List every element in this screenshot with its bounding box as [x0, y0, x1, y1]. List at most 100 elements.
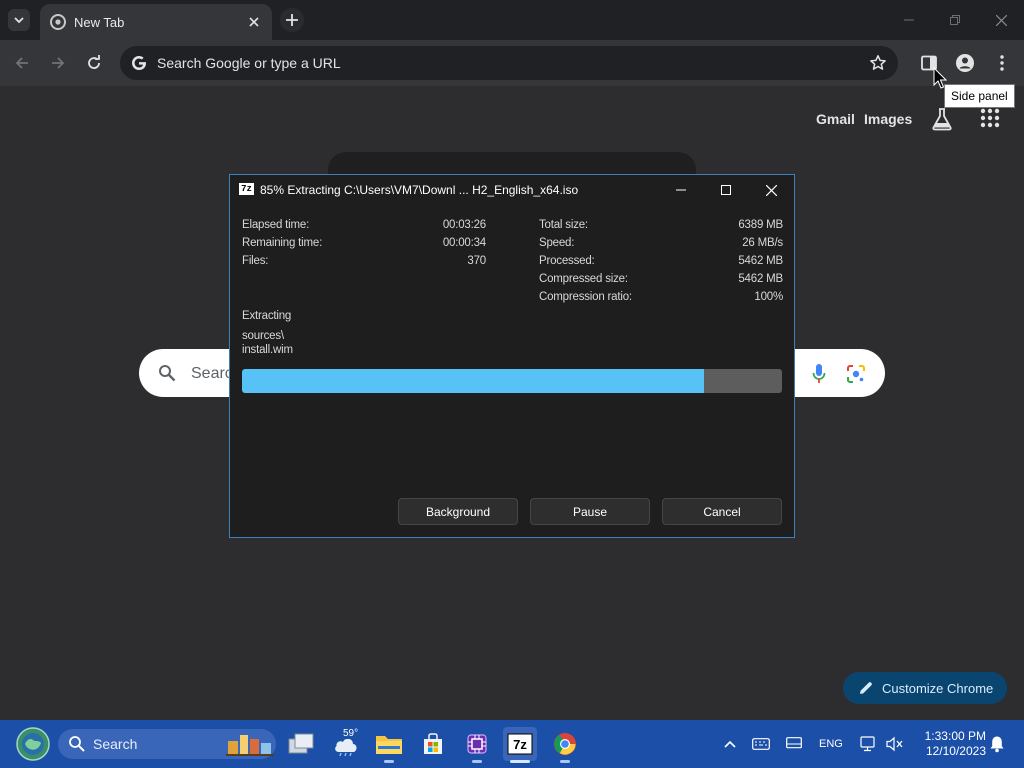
maximize-icon: [721, 185, 731, 195]
close-icon: [765, 184, 777, 196]
clock-date: 12/10/2023: [925, 744, 986, 758]
browser-toolbar: Search Google or type a URL: [0, 40, 1024, 86]
input-language-indicator[interactable]: ENG: [819, 738, 843, 750]
compression-ratio-label: Compression ratio:: [539, 291, 632, 303]
dialog-close-button[interactable]: [756, 179, 786, 201]
search-icon: [159, 365, 176, 382]
network-monitor-icon: [860, 736, 875, 752]
restore-window-button[interactable]: [943, 8, 967, 32]
seven-zip-taskbar-button[interactable]: 7z: [503, 727, 537, 761]
elapsed-time-label: Elapsed time:: [242, 219, 310, 231]
compressed-size-value: 5462 MB: [738, 273, 783, 285]
back-button[interactable]: [10, 51, 34, 75]
side-panel-tooltip: Side panel: [944, 84, 1015, 108]
close-window-button[interactable]: [989, 8, 1013, 32]
tab-new-tab[interactable]: New Tab: [40, 4, 272, 40]
touch-keyboard-button[interactable]: [752, 735, 770, 753]
chrome-menu-button[interactable]: [991, 52, 1013, 74]
profile-button[interactable]: [954, 52, 976, 74]
omnibox[interactable]: Search Google or type a URL: [120, 46, 898, 80]
processed-label: Processed:: [539, 255, 595, 267]
network-status-button[interactable]: [860, 735, 878, 753]
arrow-left-icon: [15, 57, 28, 69]
reload-icon: [88, 55, 100, 69]
total-size-label: Total size:: [539, 219, 588, 231]
dialog-titlebar[interactable]: 7z 85% Extracting C:\Users\VM7\Downl ...…: [230, 175, 794, 205]
seven-zip-active-indicator: [510, 760, 530, 763]
seven-zip-icon: 7z: [507, 733, 533, 755]
google-lens-icon[interactable]: [846, 364, 866, 384]
search-highlight-icon: [226, 735, 274, 756]
minimize-icon: [904, 19, 914, 21]
customize-chrome-label: Customize Chrome: [882, 680, 994, 696]
gmail-link[interactable]: Gmail: [816, 111, 855, 127]
elapsed-time-value: 00:03:26: [442, 219, 486, 231]
current-file: install.wim: [242, 344, 293, 356]
files-value: 370: [467, 255, 486, 267]
total-size-value: 6389 MB: [738, 219, 783, 231]
images-link[interactable]: Images: [864, 111, 912, 127]
volume-button[interactable]: [886, 735, 904, 753]
labs-flask-icon[interactable]: [931, 107, 953, 131]
compression-ratio-value: 100%: [754, 291, 783, 303]
file-explorer-running-indicator: [384, 760, 394, 763]
voice-search-mic-icon[interactable]: [811, 363, 827, 385]
bookmark-star-icon[interactable]: [866, 51, 890, 75]
chevron-down-icon: [14, 17, 24, 24]
cpu-chip-icon: [467, 734, 487, 754]
minimize-icon: [676, 189, 686, 191]
forward-button[interactable]: [46, 51, 70, 75]
compressed-size-label: Compressed size:: [539, 273, 628, 285]
clock-time: 1:33:00 PM: [924, 729, 986, 743]
chrome-favicon-icon: [50, 14, 66, 30]
minimize-window-button[interactable]: [897, 8, 921, 32]
pencil-icon: [860, 682, 872, 694]
more-vertical-icon: [1000, 55, 1004, 71]
background-button[interactable]: Background: [398, 498, 518, 525]
taskbar-search-label: Search: [93, 736, 138, 752]
speed-value: 26 MB/s: [742, 237, 783, 249]
folder-icon: [376, 736, 402, 754]
cancel-button[interactable]: Cancel: [662, 498, 782, 525]
close-icon: [995, 14, 1007, 26]
tab-search-button[interactable]: [8, 9, 30, 31]
extraction-progress-dialog: 7z 85% Extracting C:\Users\VM7\Downl ...…: [229, 174, 795, 538]
file-explorer-button[interactable]: [373, 728, 405, 760]
reload-button[interactable]: [82, 51, 106, 75]
dialog-minimize-button[interactable]: [666, 179, 696, 201]
bell-icon: [990, 736, 1004, 753]
pause-button[interactable]: Pause: [530, 498, 650, 525]
new-tab-button[interactable]: [280, 8, 304, 32]
current-path: sources\: [242, 330, 284, 342]
remaining-time-value: 00:00:34: [442, 237, 486, 249]
tab-title: New Tab: [74, 14, 125, 30]
restore-icon: [950, 15, 960, 25]
microsoft-store-button[interactable]: [417, 728, 449, 760]
customize-chrome-button[interactable]: Customize Chrome: [843, 672, 1007, 704]
app-taskbar-button[interactable]: [461, 728, 493, 760]
search-icon: [69, 736, 85, 752]
google-apps-grid-icon[interactable]: [980, 108, 1000, 128]
start-button-icon[interactable]: [14, 727, 52, 761]
pen-menu-button[interactable]: [785, 735, 803, 753]
files-label: Files:: [242, 255, 269, 267]
notifications-button[interactable]: [988, 735, 1006, 753]
dialog-title: 85% Extracting C:\Users\VM7\Downl ... H2…: [260, 183, 579, 197]
action-label: Extracting: [242, 310, 292, 322]
store-bag-icon: [424, 733, 442, 754]
speed-label: Speed:: [539, 237, 575, 249]
task-view-button[interactable]: [285, 728, 317, 760]
tab-strip: New Tab: [0, 0, 1024, 40]
chevron-up-icon: [724, 740, 736, 748]
tab-close-icon[interactable]: [246, 14, 262, 30]
dialog-maximize-button[interactable]: [711, 179, 741, 201]
google-g-icon: [132, 56, 146, 70]
chrome-taskbar-button[interactable]: [549, 728, 581, 760]
task-view-icon: [288, 733, 314, 754]
show-hidden-icons-button[interactable]: [721, 735, 739, 753]
system-clock[interactable]: 1:33:00 PM 12/10/2023: [912, 729, 986, 759]
profile-icon: [956, 54, 974, 72]
extraction-progress-bar: [242, 369, 782, 393]
progress-bar-fill: [242, 369, 704, 393]
volume-muted-icon: [886, 736, 903, 752]
